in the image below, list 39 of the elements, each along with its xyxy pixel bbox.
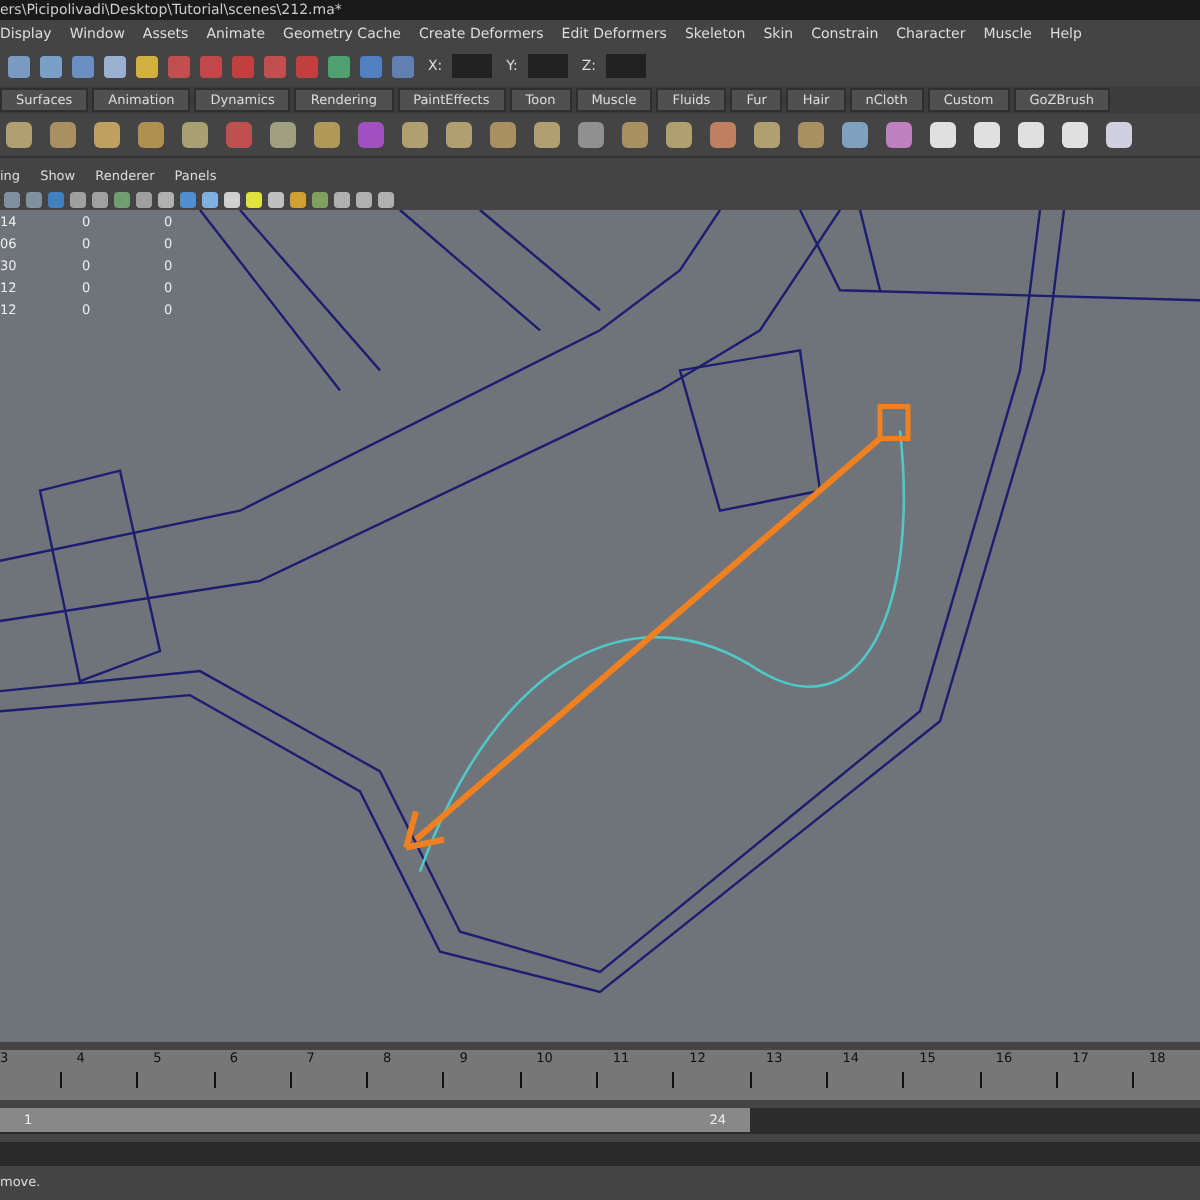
shelf-icon[interactable] — [534, 121, 560, 148]
tool-icon[interactable] — [264, 55, 286, 78]
shelf-icon[interactable] — [270, 121, 296, 148]
shelf-icon[interactable] — [886, 121, 912, 148]
shelf-icon[interactable] — [94, 121, 120, 148]
handle-marker — [877, 404, 911, 442]
tool-icon[interactable] — [360, 55, 382, 78]
input-field[interactable] — [606, 54, 647, 79]
shelf-icon[interactable] — [622, 121, 648, 148]
shelf-icon[interactable] — [6, 121, 32, 148]
shelf-icon[interactable] — [446, 121, 472, 148]
shelf-icon[interactable] — [138, 121, 164, 148]
shelf-icon[interactable] — [402, 121, 428, 148]
tool-icon[interactable] — [104, 55, 126, 78]
tool-icon[interactable] — [8, 55, 30, 78]
tool-icon[interactable] — [136, 55, 158, 78]
tool-icon[interactable] — [40, 55, 62, 78]
shelf-icon[interactable] — [314, 121, 340, 148]
shelf-icon[interactable] — [754, 121, 780, 148]
shelf-icon[interactable] — [930, 121, 956, 148]
shelf-icon[interactable] — [798, 121, 824, 148]
tool-icon[interactable] — [328, 55, 350, 78]
input-field[interactable] — [452, 54, 493, 79]
shelf-icon[interactable] — [974, 121, 1000, 148]
shelf-icon[interactable] — [50, 121, 76, 148]
shelf-icon[interactable] — [490, 121, 516, 148]
shelf-icon[interactable] — [842, 121, 868, 148]
shelf-icon[interactable] — [1106, 121, 1132, 148]
shelf-icon[interactable] — [710, 121, 736, 148]
shelf-icon[interactable] — [1018, 121, 1044, 148]
input-field[interactable] — [527, 54, 568, 79]
tool-icon[interactable] — [200, 55, 222, 78]
shelf-icon[interactable] — [1062, 121, 1088, 148]
shelf-icon[interactable] — [578, 121, 604, 148]
tool-icon[interactable] — [72, 55, 94, 78]
tool-icon[interactable] — [168, 55, 190, 78]
shelf-icon[interactable] — [666, 121, 692, 148]
shelf-icon[interactable] — [182, 121, 208, 148]
tool-icon[interactable] — [392, 55, 414, 78]
